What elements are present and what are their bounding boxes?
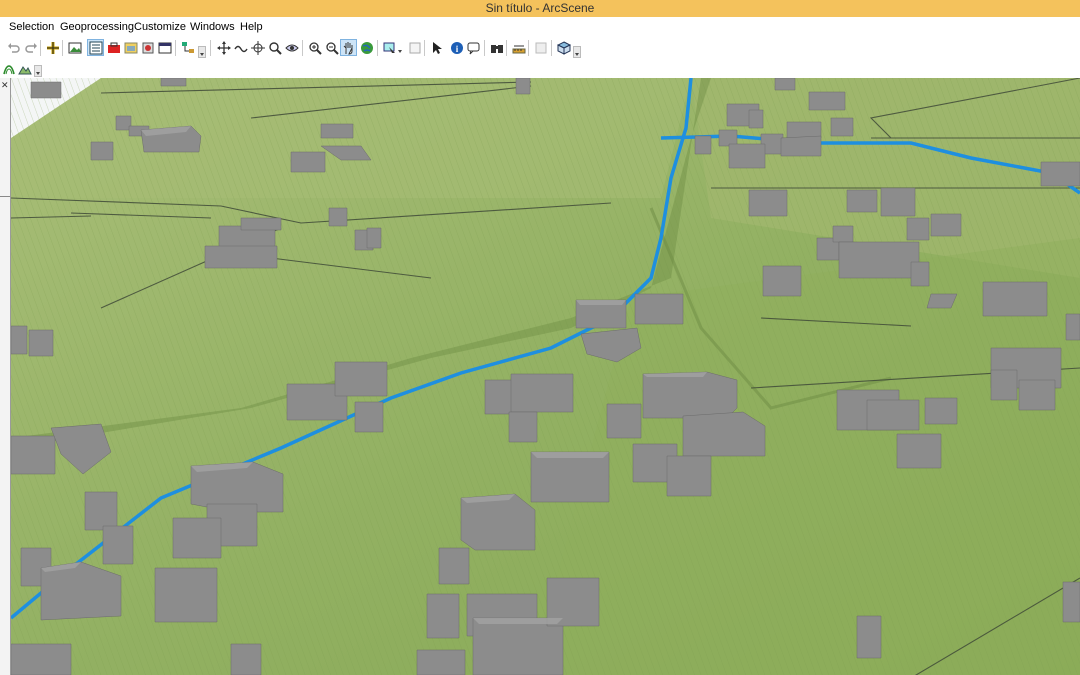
- 3d-effects-icon[interactable]: [556, 40, 571, 55]
- layer-symbology-icon[interactable]: [1, 61, 16, 76]
- html-popup-icon[interactable]: [466, 40, 481, 55]
- standard-toolbar: i: [0, 37, 1080, 59]
- close-icon[interactable]: ✕: [1, 80, 9, 91]
- zoom-out-icon[interactable]: [324, 40, 339, 55]
- pan-icon[interactable]: [340, 39, 357, 56]
- table-of-contents-panel[interactable]: ✕: [0, 78, 11, 675]
- scene-view[interactable]: [11, 78, 1080, 675]
- zoom-in-icon[interactable]: [307, 40, 322, 55]
- observer-eye-icon[interactable]: [284, 40, 299, 55]
- undo-icon[interactable]: [6, 40, 21, 55]
- add-data-icon[interactable]: [45, 40, 60, 55]
- redo-icon[interactable]: [23, 40, 38, 55]
- navigate-icon[interactable]: [180, 40, 195, 55]
- scene-properties-icon[interactable]: [67, 40, 82, 55]
- full-extent-icon[interactable]: [359, 40, 374, 55]
- terrain-icon[interactable]: [17, 61, 32, 76]
- select-features-icon[interactable]: [382, 40, 397, 55]
- window-title: Sin título - ArcScene: [485, 1, 595, 15]
- 3d-scene[interactable]: [11, 78, 1080, 675]
- window-title-bar: Sin título - ArcScene: [0, 0, 1080, 17]
- clear-selection-icon[interactable]: [407, 40, 422, 55]
- model-builder-icon[interactable]: [140, 40, 155, 55]
- python-icon[interactable]: [157, 40, 172, 55]
- zoom-to-target-icon[interactable]: [250, 40, 265, 55]
- menu-help[interactable]: Help: [240, 21, 263, 33]
- menu-bar: Selection Geoprocessing Customize Window…: [0, 17, 1080, 37]
- menu-customize[interactable]: Customize: [134, 21, 186, 33]
- table-of-contents-icon[interactable]: [87, 39, 104, 56]
- target-center-icon[interactable]: [233, 40, 248, 55]
- catalog-icon[interactable]: [123, 40, 138, 55]
- secondary-toolbar: [0, 59, 1080, 78]
- arctoolbox-icon[interactable]: [106, 40, 121, 55]
- find-icon[interactable]: [489, 40, 504, 55]
- menu-selection[interactable]: Selection: [9, 21, 54, 33]
- select-elements-icon[interactable]: [429, 40, 444, 55]
- measure-icon[interactable]: [511, 40, 526, 55]
- menu-geoprocessing[interactable]: Geoprocessing: [60, 21, 134, 33]
- set-observer-icon[interactable]: [267, 40, 282, 55]
- animation-icon[interactable]: [533, 40, 548, 55]
- identify-icon[interactable]: i: [449, 40, 464, 55]
- fly-icon[interactable]: [216, 40, 231, 55]
- menu-windows[interactable]: Windows: [190, 21, 235, 33]
